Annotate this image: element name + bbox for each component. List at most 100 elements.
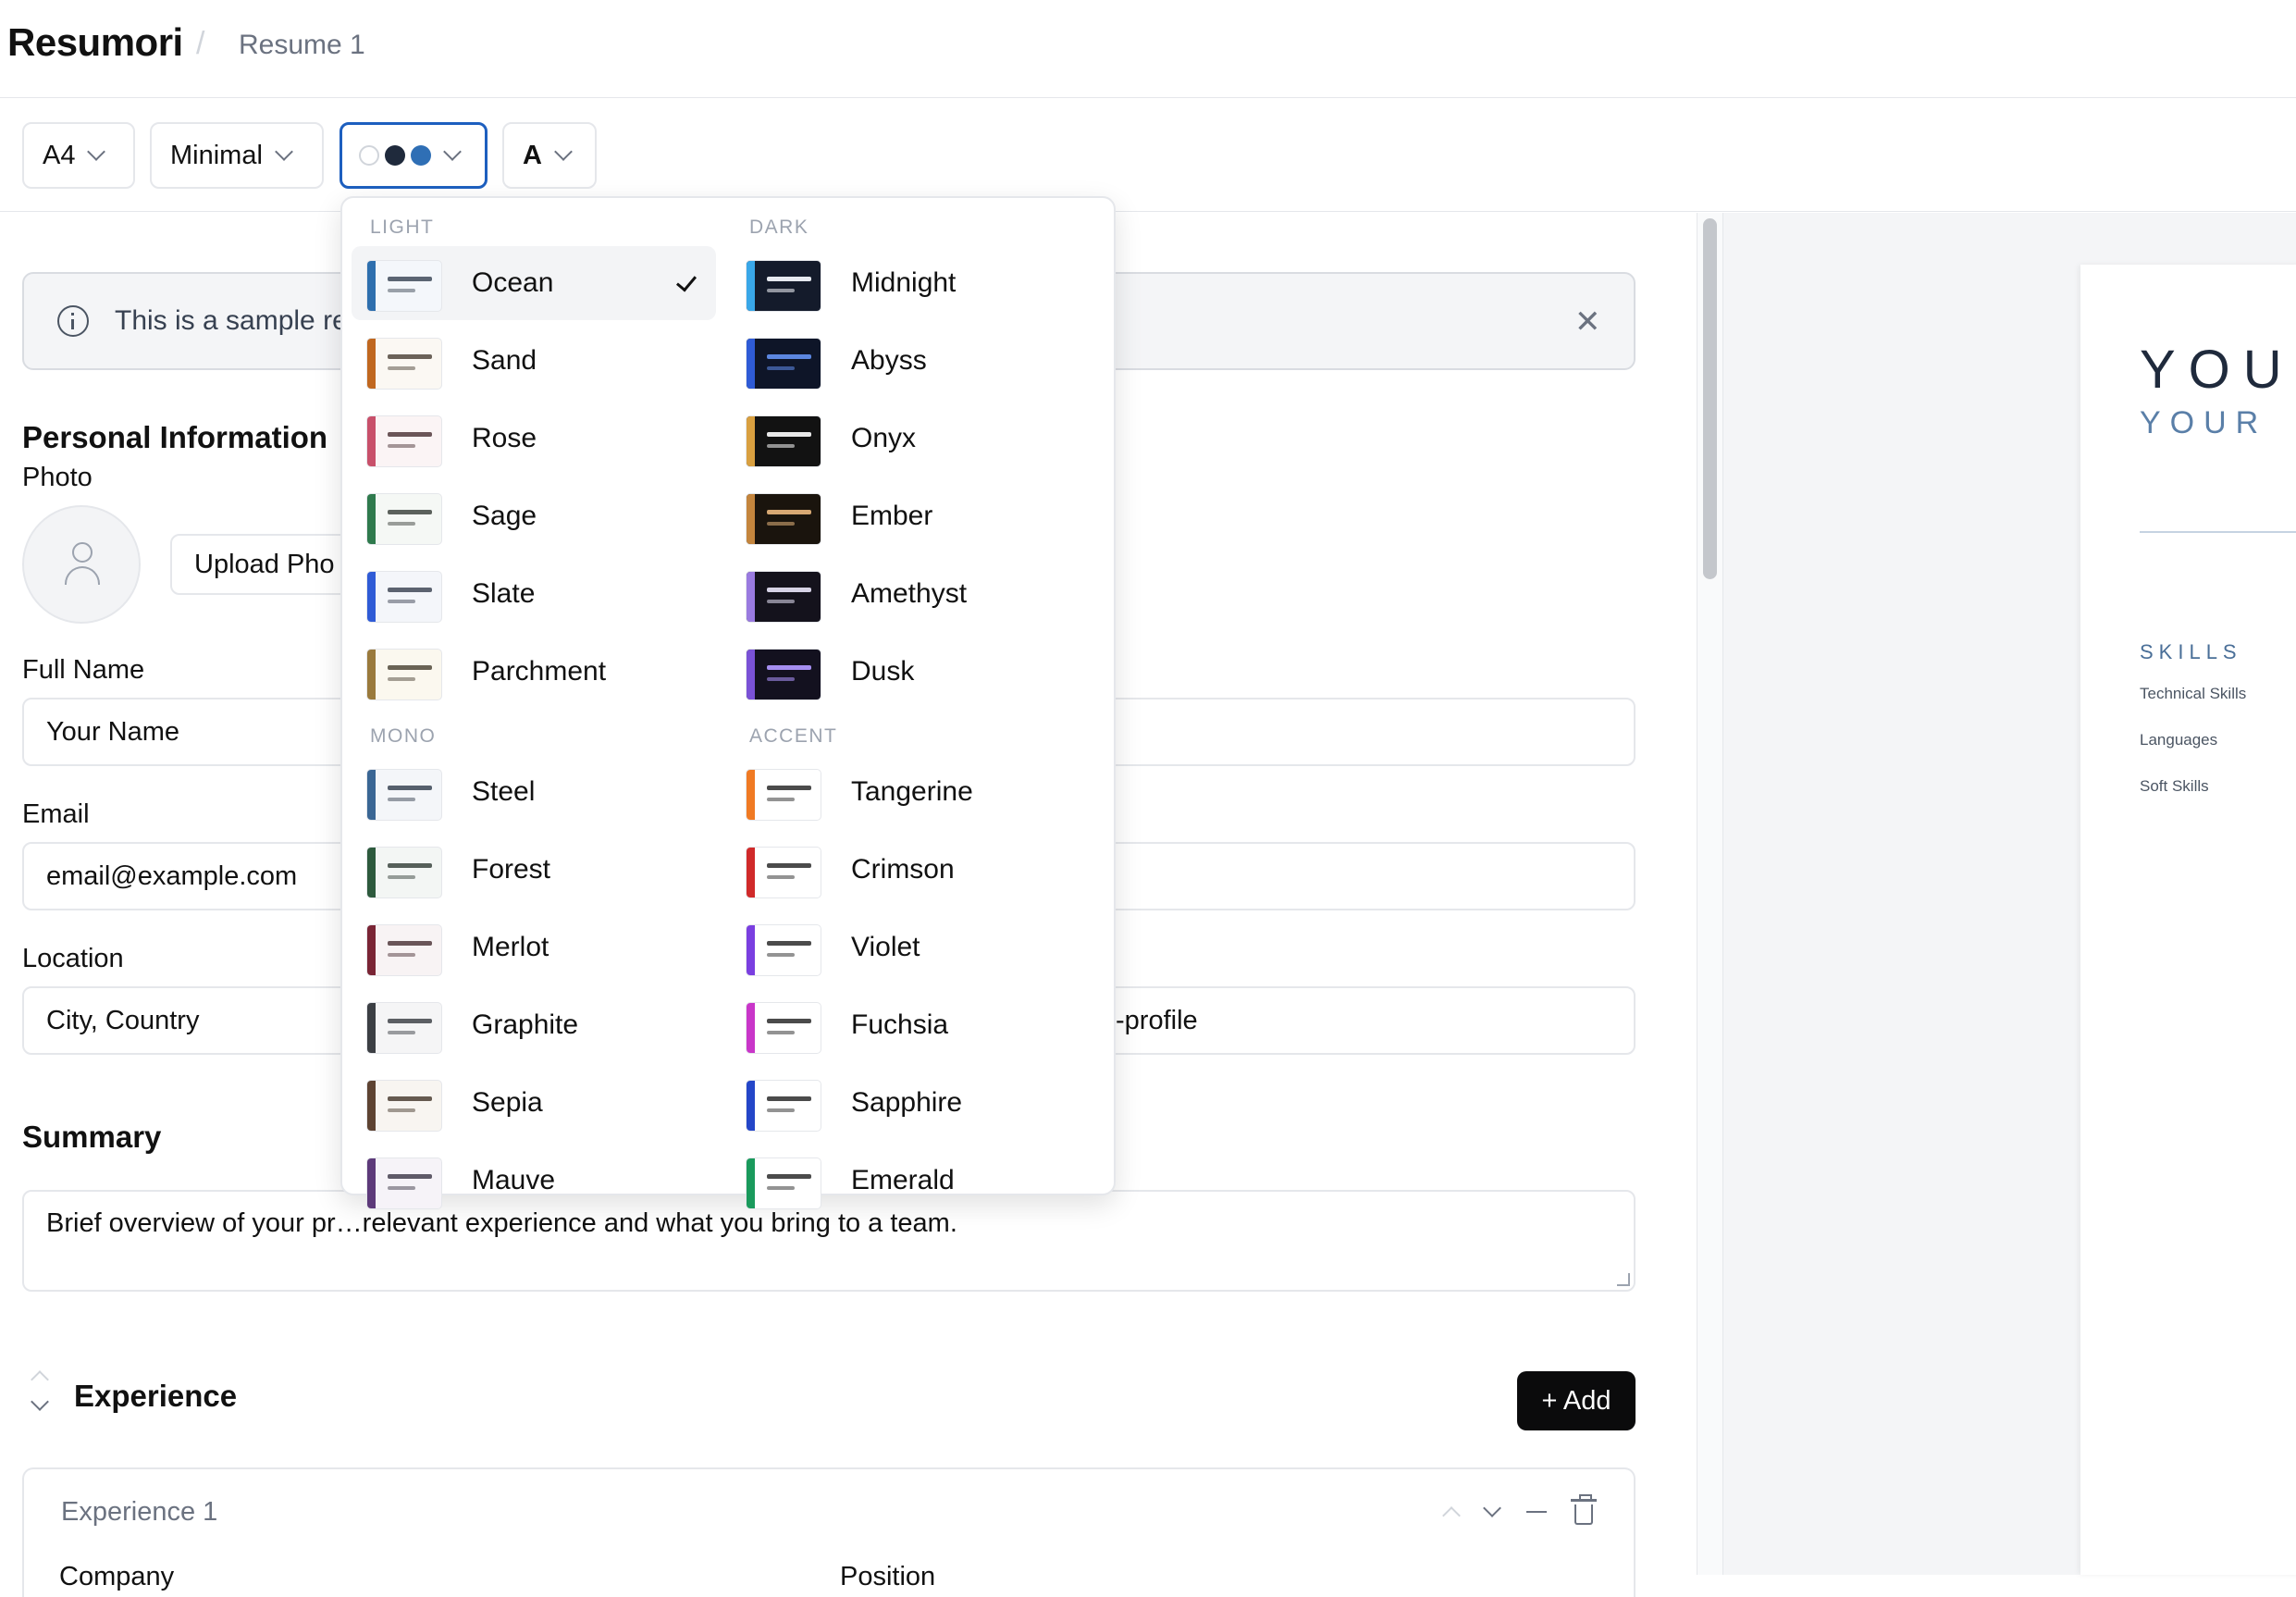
checkmark-icon [675,270,697,292]
theme-preview-icon [366,493,442,545]
theme-option-merlot[interactable]: Merlot [352,910,716,984]
theme-option-steel[interactable]: Steel [352,755,716,829]
theme-option-label: Graphite [472,1009,579,1040]
group-label-mono: MONO [370,725,437,747]
theme-option-label: Parchment [472,656,607,687]
theme-preview-icon [746,1158,821,1209]
theme-preview-icon [366,260,442,312]
theme-option-amethyst[interactable]: Amethyst [731,557,1095,631]
theme-option-graphite[interactable]: Graphite [352,988,716,1062]
theme-option-label: Steel [472,776,536,807]
app-logo[interactable]: Resumori [7,20,183,65]
theme-option-dusk[interactable]: Dusk [731,635,1095,709]
theme-option-label: Forest [472,854,551,885]
chevron-up-icon[interactable] [31,1370,49,1389]
template-value: Minimal [170,140,263,170]
theme-option-sage[interactable]: Sage [352,479,716,553]
group-label-dark: DARK [749,217,809,238]
close-icon[interactable]: ✕ [1574,303,1601,340]
theme-option-label: Merlot [472,932,549,962]
theme-preview-icon [366,415,442,467]
theme-preview-icon [746,493,821,545]
add-experience-button[interactable]: + Add [1517,1371,1636,1430]
theme-option-forest[interactable]: Forest [352,833,716,907]
theme-preview-icon [746,260,821,312]
info-icon [57,305,89,337]
theme-dropdown: LIGHT DARK MONO ACCENT Ocean Sand Rose Sage… [340,196,1116,1209]
theme-option-label: Sapphire [851,1087,963,1118]
paper-size-value: A4 [43,140,76,170]
section-reorder [28,1368,56,1423]
move-up-icon[interactable] [1442,1506,1461,1525]
theme-preview-icon [746,649,821,700]
move-down-icon[interactable] [1483,1499,1501,1517]
theme-option-label: Amethyst [851,578,968,609]
preview-divider [2140,531,2296,533]
chevron-down-icon [554,142,573,161]
photo-label: Photo [22,463,93,492]
theme-option-rose[interactable]: Rose [352,402,716,476]
theme-option-sapphire[interactable]: Sapphire [731,1066,1095,1140]
theme-option-ember[interactable]: Ember [731,479,1095,553]
theme-option-label: Sepia [472,1087,543,1118]
theme-option-label: Tangerine [851,776,973,807]
experience-card: Experience 1 [22,1467,1636,1597]
theme-option-label: Rose [472,423,537,453]
theme-preview-icon [366,847,442,898]
full-name-placeholder: Your Name [46,716,180,747]
theme-preview-icon [746,338,821,390]
chevron-down-icon [443,142,462,161]
theme-option-parchment[interactable]: Parchment [352,635,716,709]
theme-option-violet[interactable]: Violet [731,910,1095,984]
theme-option-label: Ember [851,501,933,531]
theme-option-label: Onyx [851,423,917,453]
theme-option-crimson[interactable]: Crimson [731,833,1095,907]
theme-option-slate[interactable]: Slate [352,557,716,631]
theme-preview-icon [366,1002,442,1054]
preview-name: YOU [2140,340,2295,400]
editor-scrollbar[interactable] [1697,213,1722,1575]
theme-option-label: Dusk [851,656,915,687]
theme-option-sand[interactable]: Sand [352,324,716,398]
scrollbar-thumb[interactable] [1703,218,1717,579]
trash-icon[interactable] [1571,1494,1597,1525]
preview-skill-item: Soft Skills [2140,777,2209,795]
collapse-icon[interactable] [1526,1510,1547,1514]
color-theme-select[interactable] [339,122,488,189]
theme-preview-icon [366,1158,442,1209]
theme-option-tangerine[interactable]: Tangerine [731,755,1095,829]
toolbar: A4 Minimal A [0,99,2296,212]
theme-option-sepia[interactable]: Sepia [352,1066,716,1140]
theme-option-fuchsia[interactable]: Fuchsia [731,988,1095,1062]
theme-option-label: Fuchsia [851,1009,949,1040]
theme-option-label: Ocean [472,267,554,298]
chevron-down-icon[interactable] [31,1393,49,1411]
breadcrumb-resume[interactable]: Resume 1 [239,30,365,61]
theme-option-ocean[interactable]: Ocean [352,246,716,320]
paper-size-select[interactable]: A4 [22,122,135,189]
linkedin-input-fragment: -profile [1116,1005,1198,1035]
theme-option-label: Midnight [851,267,957,298]
preview-panel: YOU YOUR SKILLS Technical Skills Languag… [1722,213,2296,1575]
theme-option-midnight[interactable]: Midnight [731,246,1095,320]
user-icon [72,542,93,563]
theme-option-label: Violet [851,932,920,962]
theme-option-label: Mauve [472,1165,556,1195]
resize-handle-icon[interactable] [1617,1273,1630,1286]
theme-option-label: Sand [472,345,537,376]
theme-preview-icon [366,338,442,390]
preview-skill-item: Technical Skills [2140,685,2247,702]
full-name-label: Full Name [22,655,145,685]
preview-skills-heading: SKILLS [2140,640,2242,663]
font-select[interactable]: A [502,122,597,189]
theme-option-label: Abyss [851,345,927,376]
position-label: Position [840,1562,936,1591]
theme-option-emerald[interactable]: Emerald [731,1144,1095,1218]
theme-option-mauve[interactable]: Mauve [352,1144,716,1218]
preview-subtitle: YOUR [2140,405,2268,440]
company-label: Company [59,1562,175,1591]
theme-option-abyss[interactable]: Abyss [731,324,1095,398]
theme-option-onyx[interactable]: Onyx [731,402,1095,476]
template-select[interactable]: Minimal [150,122,324,189]
card-actions [1442,1494,1597,1525]
